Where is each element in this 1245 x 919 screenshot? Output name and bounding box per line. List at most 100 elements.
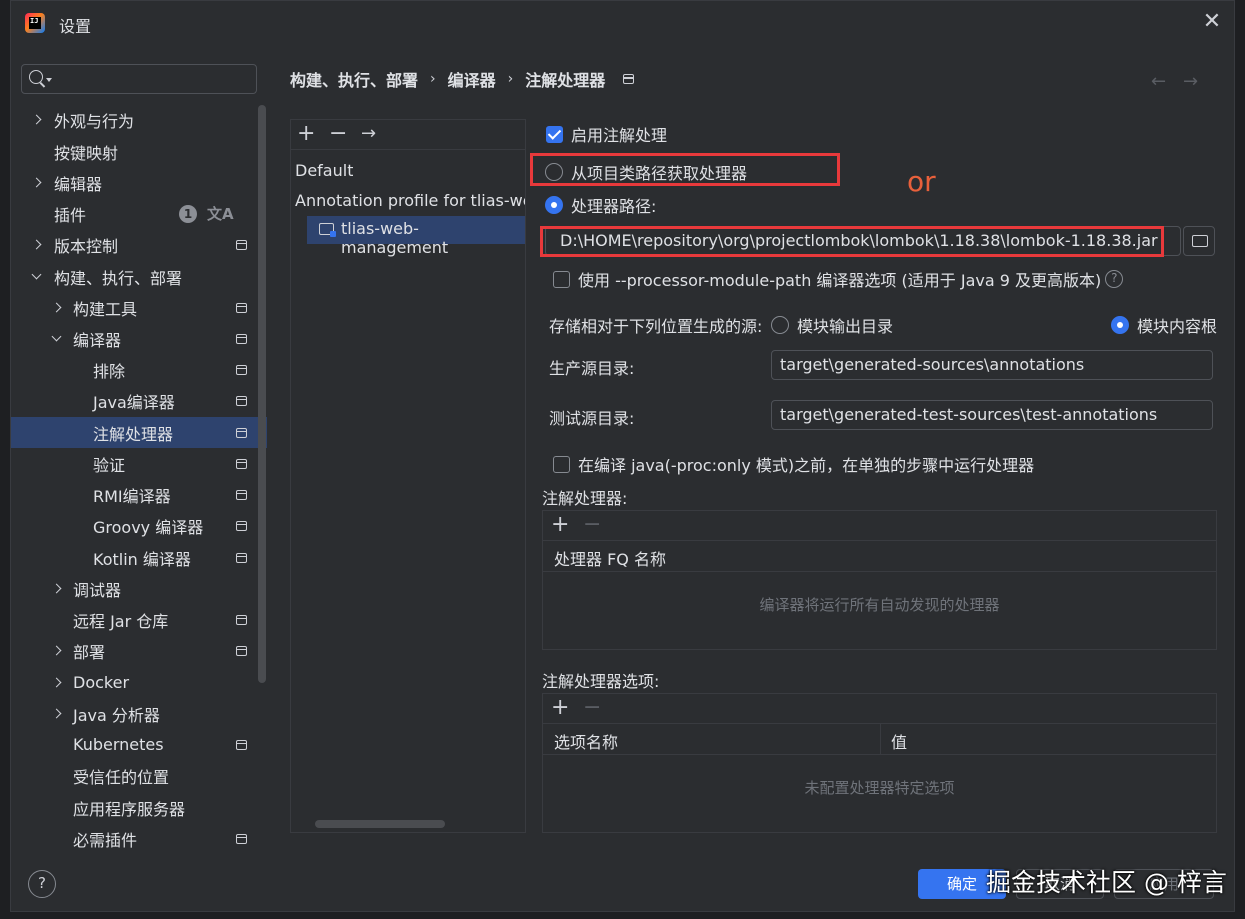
sidebar-item-plugins[interactable]: 插件 1 文A: [11, 198, 267, 229]
chevron-right-icon: [31, 239, 43, 251]
remove-processor-button[interactable]: −: [583, 513, 601, 537]
enable-processing-checkbox[interactable]: 启用注解处理: [546, 122, 667, 146]
project-level-icon: [236, 614, 247, 625]
module-path-checkbox[interactable]: 使用 --processor-module-path 编译器选项 (适用于 Ja…: [553, 267, 1124, 291]
module-content-root-radio[interactable]: 模块内容根: [1111, 313, 1217, 337]
plugin-update-badge: 1: [179, 204, 197, 223]
prod-dir-label: 生产源目录:: [549, 359, 635, 378]
add-processor-button[interactable]: +: [551, 513, 569, 537]
sidebar-item-debugger[interactable]: 调试器: [11, 573, 267, 604]
chevron-down-icon: [46, 78, 52, 82]
processors-toolbar: + −: [543, 511, 1216, 541]
options-empty-text: 未配置处理器特定选项: [804, 779, 955, 797]
remove-option-button[interactable]: −: [583, 696, 601, 720]
browse-button[interactable]: [1183, 226, 1215, 256]
project-level-icon: [623, 74, 635, 84]
checkbox-unchecked-icon: [553, 270, 570, 288]
chevron-right-icon: [51, 708, 63, 720]
sidebar-item-excludes[interactable]: 排除: [11, 354, 267, 385]
sidebar-item-groovy-compiler[interactable]: Groovy 编译器: [11, 510, 267, 541]
prod-dir-input[interactable]: target\generated-sources\annotations: [771, 350, 1213, 380]
project-level-icon: [236, 364, 247, 375]
translate-icon: 文A: [207, 205, 234, 223]
test-dir-label: 测试源目录:: [549, 409, 635, 428]
sidebar-item-appearance[interactable]: 外观与行为: [11, 104, 267, 135]
close-button[interactable]: ✕: [1200, 11, 1224, 35]
project-level-icon: [236, 520, 247, 531]
processors-table: + − 处理器 FQ 名称 编译器将运行所有自动发现的处理器: [542, 510, 1217, 650]
sidebar-item-validation[interactable]: 验证: [11, 448, 267, 479]
sidebar-item-deployment[interactable]: 部署: [11, 635, 267, 666]
chevron-down-icon: [51, 333, 63, 345]
background-ide-right: [1235, 0, 1245, 919]
checkbox-unchecked-icon: [553, 455, 570, 473]
move-profile-button[interactable]: →: [361, 122, 376, 146]
settings-dialog: 设置 ✕ 外观与行为 按键映射 编辑器 插件 1 文A 版本控制: [10, 0, 1235, 912]
sidebar-item-compiler[interactable]: 编译器: [11, 323, 267, 354]
back-arrow-icon[interactable]: ←: [1151, 71, 1166, 92]
processors-table-label: 注解处理器:: [542, 489, 628, 508]
help-button[interactable]: ?: [28, 870, 56, 898]
column-divider[interactable]: [880, 724, 881, 755]
help-icon[interactable]: ?: [1105, 270, 1124, 288]
profiles-horizontal-scrollbar[interactable]: [315, 820, 445, 828]
breadcrumb-item[interactable]: 构建、执行、部署: [290, 67, 418, 91]
column-header-fq-name[interactable]: 处理器 FQ 名称: [554, 546, 666, 570]
sidebar-item-trusted-locations[interactable]: 受信任的位置: [11, 760, 267, 791]
sidebar-item-app-servers[interactable]: 应用程序服务器: [11, 792, 267, 823]
checkbox-checked-icon: [546, 125, 563, 143]
breadcrumb-current: 注解处理器: [525, 71, 606, 90]
options-table-header: 选项名称 值: [543, 724, 1216, 755]
breadcrumb: 构建、执行、部署 › 编译器 › 注解处理器: [290, 67, 635, 91]
sidebar-item-kubernetes[interactable]: Kubernetes: [11, 729, 267, 760]
profile-module-item[interactable]: tlias-web-management: [307, 216, 525, 257]
column-header-value[interactable]: 值: [891, 729, 907, 753]
chevron-right-icon: [51, 677, 63, 689]
processor-path-radio[interactable]: 处理器路径:: [545, 193, 656, 217]
sidebar-item-keymap[interactable]: 按键映射: [11, 136, 267, 167]
radio-checked-icon: [545, 196, 563, 214]
profiles-toolbar: + − →: [291, 120, 525, 150]
settings-search-input[interactable]: [21, 64, 257, 94]
forward-arrow-icon[interactable]: →: [1183, 71, 1198, 92]
breadcrumb-separator-icon: ›: [507, 71, 514, 87]
breadcrumb-item[interactable]: 编译器: [448, 67, 496, 91]
run-separately-checkbox[interactable]: 在编译 java(-proc:only 模式)之前，在单独的步骤中运行处理器: [553, 452, 1034, 476]
project-level-icon: [236, 645, 247, 656]
add-profile-button[interactable]: +: [297, 122, 315, 146]
sidebar-item-kotlin-compiler[interactable]: Kotlin 编译器: [11, 542, 267, 573]
sidebar-item-vcs[interactable]: 版本控制: [11, 229, 267, 260]
sidebar-item-annotation-processors[interactable]: 注解处理器: [11, 417, 267, 448]
sidebar-item-required-plugins[interactable]: 必需插件: [11, 823, 267, 854]
sidebar-scrollbar[interactable]: [258, 105, 266, 683]
module-output-radio[interactable]: 模块输出目录: [771, 313, 893, 337]
profile-default[interactable]: Default: [295, 161, 353, 180]
store-generated-label: 存储相对于下列位置生成的源:: [549, 317, 763, 336]
watermark-text: 掘金技术社区 @ 梓言: [986, 868, 1227, 897]
profile-tlias[interactable]: Annotation profile for tlias-web-managem…: [295, 191, 525, 210]
column-header-option-name[interactable]: 选项名称: [554, 729, 618, 753]
remove-profile-button[interactable]: −: [329, 122, 347, 146]
add-option-button[interactable]: +: [551, 696, 569, 720]
project-level-icon: [236, 302, 247, 313]
test-dir-input[interactable]: target\generated-test-sources\test-annot…: [771, 400, 1213, 430]
sidebar-item-java-profiler[interactable]: Java 分析器: [11, 698, 267, 729]
sidebar-item-remote-jar-repos[interactable]: 远程 Jar 仓库: [11, 604, 267, 635]
radio-unchecked-icon: [771, 316, 789, 334]
sidebar-item-java-compiler[interactable]: Java编译器: [11, 385, 267, 416]
breadcrumb-separator-icon: ›: [430, 71, 436, 87]
folder-icon: [1192, 235, 1208, 247]
project-level-icon: [236, 489, 247, 500]
sidebar-item-docker[interactable]: Docker: [11, 667, 267, 698]
intellij-logo-icon: [25, 13, 45, 33]
project-level-icon: [236, 552, 247, 563]
search-icon: [29, 70, 43, 84]
sidebar-item-rmi-compiler[interactable]: RMI编译器: [11, 479, 267, 510]
sidebar-item-build-tools[interactable]: 构建工具: [11, 292, 267, 323]
highlight-box-classpath: [530, 153, 840, 186]
chevron-right-icon: [31, 177, 43, 189]
sidebar-item-build-exec-deploy[interactable]: 构建、执行、部署: [11, 261, 267, 292]
chevron-right-icon: [51, 583, 63, 595]
sidebar-item-editor[interactable]: 编辑器: [11, 167, 267, 198]
options-toolbar: + −: [543, 694, 1216, 724]
